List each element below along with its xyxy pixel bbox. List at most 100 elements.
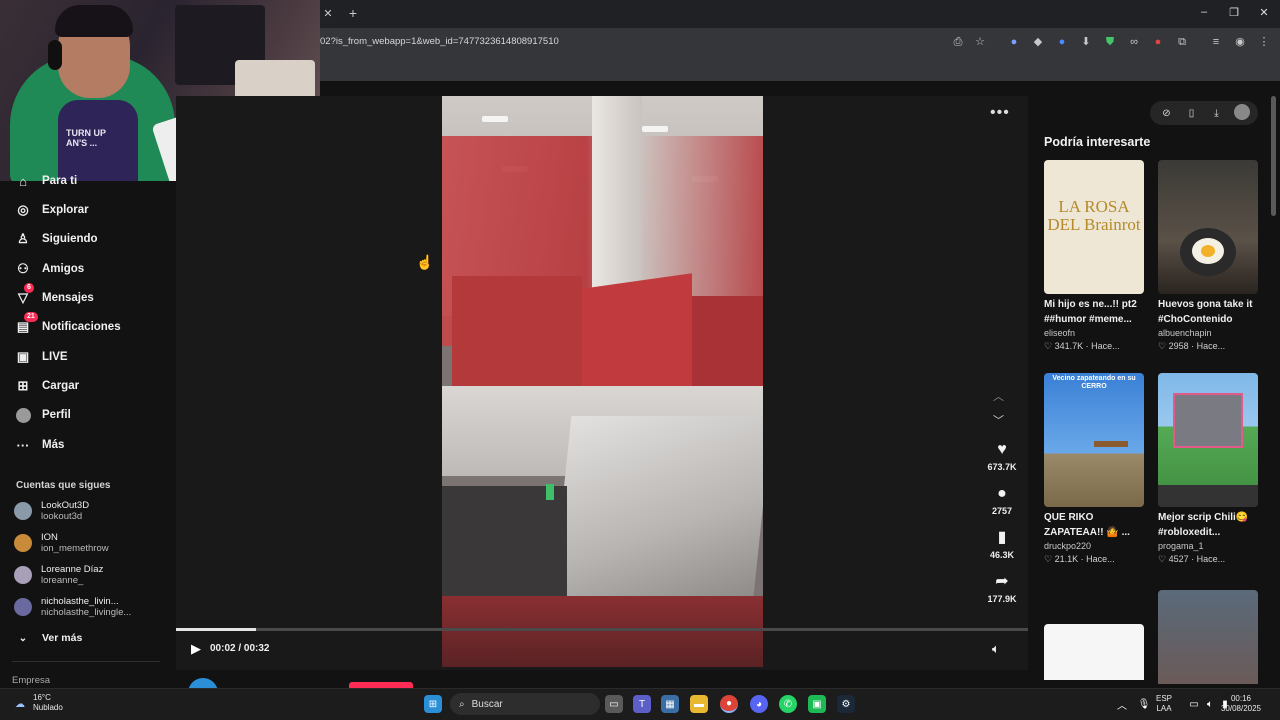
avatar (14, 502, 32, 520)
tab-close-icon[interactable]: ✕ (320, 6, 336, 22)
recommendation-card[interactable]: LA ROSA DEL Brainrot Mi hijo es ne...!! … (1044, 160, 1144, 352)
sidebar-item-amigos[interactable]: ⚇ Amigos (14, 258, 84, 280)
language-indicator[interactable]: ESP LAA (1156, 694, 1172, 714)
like-button[interactable]: ♥ 673.7K (986, 440, 1018, 472)
share-icon: ➦ (995, 573, 1009, 590)
thumbnail-text: Vecino zapateando en su CERRO (1052, 375, 1136, 390)
folder-icon[interactable]: ▬ (690, 695, 708, 713)
app-icon[interactable]: ▣ (808, 695, 826, 713)
sidebar-item-live[interactable]: ▣ LIVE (14, 346, 68, 368)
install-app-icon[interactable]: ⎙ (950, 34, 966, 50)
microphone-icon[interactable]: 🎙︎ (1135, 695, 1153, 713)
comment-count: 2757 (991, 506, 1013, 516)
comment-button[interactable]: ● 2757 (986, 484, 1018, 516)
puzzle-icon[interactable]: ⧉ (1174, 34, 1190, 50)
following-account-loreanne[interactable]: Loreanne Díaz loreanne_ (14, 564, 103, 586)
window-close-icon[interactable]: ✕ (1254, 6, 1274, 19)
teams-icon[interactable]: T (633, 695, 651, 713)
whatsapp-icon[interactable]: ✆ (779, 695, 797, 713)
profile-avatar-icon[interactable]: ◉ (1232, 34, 1248, 50)
progress-fill (176, 628, 256, 631)
sidebar-item-perfil[interactable]: Perfil (14, 404, 71, 426)
sidebar-item-notificaciones[interactable]: ▤ 21 Notificaciones (14, 312, 121, 338)
following-account-ion[interactable]: ION ion_memethrow (14, 532, 109, 554)
weather-icon: ☁ (15, 698, 25, 710)
download-icon[interactable]: ⤓ (1208, 108, 1226, 119)
reading-list-icon[interactable]: ≡ (1208, 34, 1224, 50)
clock[interactable]: 00:16 30/08/2025 (1216, 694, 1266, 714)
recommendation-card[interactable]: Vecino zapateando en su CERRO QUE RIKO Z… (1044, 373, 1144, 565)
recommendation-thumbnail[interactable] (1158, 590, 1258, 684)
like-count: 673.7K (987, 462, 1017, 472)
chevron-down-icon: ⌄ (18, 632, 28, 644)
new-tab-icon[interactable]: + (345, 5, 361, 21)
extension-icon[interactable]: ⬇ (1078, 34, 1094, 50)
save-button[interactable]: ▮ 46.3K (986, 528, 1018, 560)
mobile-icon[interactable]: ▯ (1183, 108, 1201, 119)
sidebar-item-mas[interactable]: ··· Más (14, 434, 65, 456)
following-account-lookout3d[interactable]: LookOut3D lookout3d (14, 500, 89, 522)
chevron-down-icon[interactable]: ﹀ (993, 412, 1004, 428)
sidebar-item-siguiendo[interactable]: ♙ Siguiendo (14, 228, 97, 250)
recommendation-thumbnail[interactable] (1044, 624, 1144, 680)
extension-icon[interactable]: ◆ (1030, 34, 1046, 50)
sidebar-item-mensajes[interactable]: ▽ 6 Mensajes (14, 283, 94, 309)
following-account-nicholas[interactable]: nicholasthe_livin... nicholasthe_livingle… (14, 596, 131, 618)
bookmark-star-icon[interactable]: ☆ (972, 34, 988, 50)
sidebar-item-label: Perfil (42, 409, 71, 421)
video-frame-floor (442, 596, 763, 667)
progress-track[interactable] (176, 628, 1028, 631)
chevron-up-icon[interactable]: ︿ (993, 388, 1004, 404)
sidebar-item-explorar[interactable]: ◎ Explorar (14, 199, 88, 221)
notifications-icon: ▤ 21 (14, 312, 38, 336)
avatar (14, 566, 32, 584)
card-stats: ♡ 2958 · Hace... (1158, 341, 1226, 351)
sidebar-item-label: Notificaciones (42, 321, 121, 333)
link-icon[interactable]: ⊘ (1158, 108, 1176, 119)
video-player[interactable] (442, 96, 763, 667)
maximize-icon[interactable]: ❐ (1224, 6, 1244, 19)
extension-icon[interactable]: ● (1054, 34, 1070, 50)
chevron-up-icon[interactable]: ︿ (1113, 695, 1131, 713)
kebab-menu-icon[interactable]: ⋮ (1256, 34, 1272, 50)
steam-icon[interactable]: ⚙ (837, 695, 855, 713)
video-frame-counter (452, 276, 582, 396)
minimize-icon[interactable]: – (1194, 6, 1214, 18)
account-username: lookout3d (41, 511, 83, 522)
profile-icon (14, 406, 32, 424)
weather-widget[interactable]: 16°C Nublado (33, 693, 63, 713)
recommendation-card[interactable]: Mejor scrip Chili😋 #robloxedit... progam… (1158, 373, 1258, 565)
extension-icon[interactable]: ∞ (1126, 34, 1142, 50)
scrollbar[interactable] (1271, 96, 1276, 216)
sidebar-item-para-ti[interactable]: ⌂ Para ti (14, 170, 77, 192)
webcam-person-hair (55, 5, 133, 37)
see-more-link[interactable]: ⌄ Ver más (16, 627, 83, 649)
video-frame-light (642, 126, 668, 132)
more-options-icon[interactable]: ••• (990, 104, 1010, 122)
sidebar-item-cargar[interactable]: ⊞ Cargar (14, 375, 80, 397)
video-frame-steel (552, 416, 763, 596)
chrome-icon[interactable]: ● (720, 695, 738, 713)
thumbnail-text: LA ROSA DEL Brainrot (1047, 197, 1141, 234)
avatar[interactable] (1233, 103, 1251, 123)
task-view-icon[interactable]: ▭ (605, 695, 623, 713)
following-icon: ♙ (17, 231, 29, 246)
play-icon[interactable]: ▶ (191, 641, 201, 657)
share-button[interactable]: ➦ 177.9K (986, 572, 1018, 604)
url-text[interactable]: 02?is_from_webapp=1&web_id=7477323614808… (320, 36, 559, 47)
volume-icon[interactable]: 🔈︎ (992, 641, 1000, 657)
windows-start-icon[interactable]: ⊞ (424, 695, 442, 713)
weather-desc: Nublado (33, 703, 63, 712)
recommendation-card[interactable]: Huevos gona take it #ChoContenido albuen… (1158, 160, 1258, 352)
video-frame-light (482, 116, 508, 122)
extension-icon[interactable]: ● (1150, 34, 1166, 50)
taskbar-search[interactable]: ⌕ Buscar (450, 693, 600, 715)
store-icon[interactable]: ▦ (661, 695, 679, 713)
live-icon: ▣ (16, 349, 30, 364)
extension-icon[interactable]: ● (1006, 34, 1022, 50)
discord-icon[interactable]: ◕ (750, 695, 768, 713)
messages-icon: ▽ 6 (14, 283, 34, 307)
footer-company-link[interactable]: Empresa (12, 675, 50, 686)
card-username: eliseofn (1044, 328, 1076, 338)
shield-icon[interactable]: ⛊ (1102, 34, 1118, 50)
